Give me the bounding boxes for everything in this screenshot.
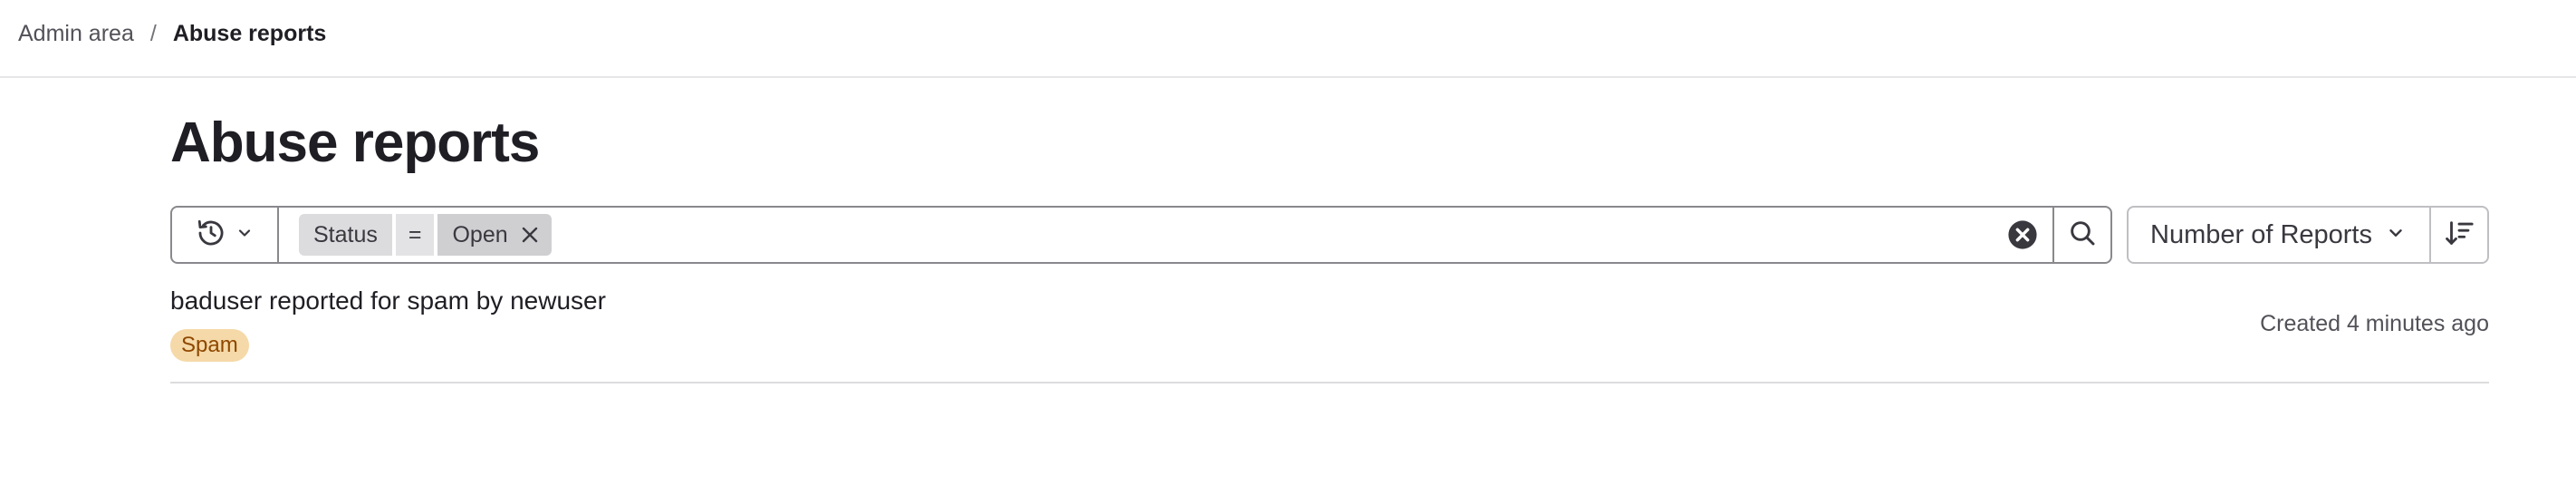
table-row: baduser reported for spam by newuser Spa… — [170, 278, 2489, 383]
sort-by-dropdown[interactable]: Number of Reports — [2129, 208, 2429, 262]
sort-control: Number of Reports — [2127, 206, 2489, 264]
clear-icon[interactable] — [2007, 219, 2038, 250]
breadcrumb-current[interactable]: Abuse reports — [173, 20, 326, 47]
filtered-search-bar: Status = Open — [170, 206, 2112, 264]
filter-token-value-label: Open — [452, 221, 508, 248]
breadcrumb: Admin area / Abuse reports — [18, 20, 326, 47]
top-bar: Admin area / Abuse reports — [0, 0, 2576, 78]
filter-token-key[interactable]: Status — [299, 214, 392, 256]
filter-token-value[interactable]: Open — [437, 214, 552, 256]
chevron-down-icon — [2386, 220, 2406, 250]
close-icon[interactable] — [519, 224, 541, 246]
report-title[interactable]: baduser reported for spam by newuser — [170, 285, 606, 317]
history-icon — [196, 218, 226, 253]
sort-direction-button[interactable] — [2429, 208, 2487, 262]
chevron-down-icon — [235, 224, 254, 247]
breadcrumb-separator: / — [149, 21, 157, 46]
sort-by-label: Number of Reports — [2150, 219, 2372, 249]
search-button[interactable] — [2052, 208, 2110, 262]
category-badge: Spam — [170, 329, 249, 362]
search-icon — [2068, 218, 2097, 252]
recent-searches-button[interactable] — [172, 208, 279, 262]
filter-token-area[interactable]: Status = Open — [279, 208, 2052, 262]
page-title: Abuse reports — [170, 112, 540, 174]
report-created-time: Created 4 minutes ago — [2260, 311, 2489, 336]
sort-descending-icon — [2444, 218, 2475, 253]
filter-token-operator[interactable]: = — [395, 214, 435, 256]
breadcrumb-admin-area[interactable]: Admin area — [18, 20, 134, 47]
